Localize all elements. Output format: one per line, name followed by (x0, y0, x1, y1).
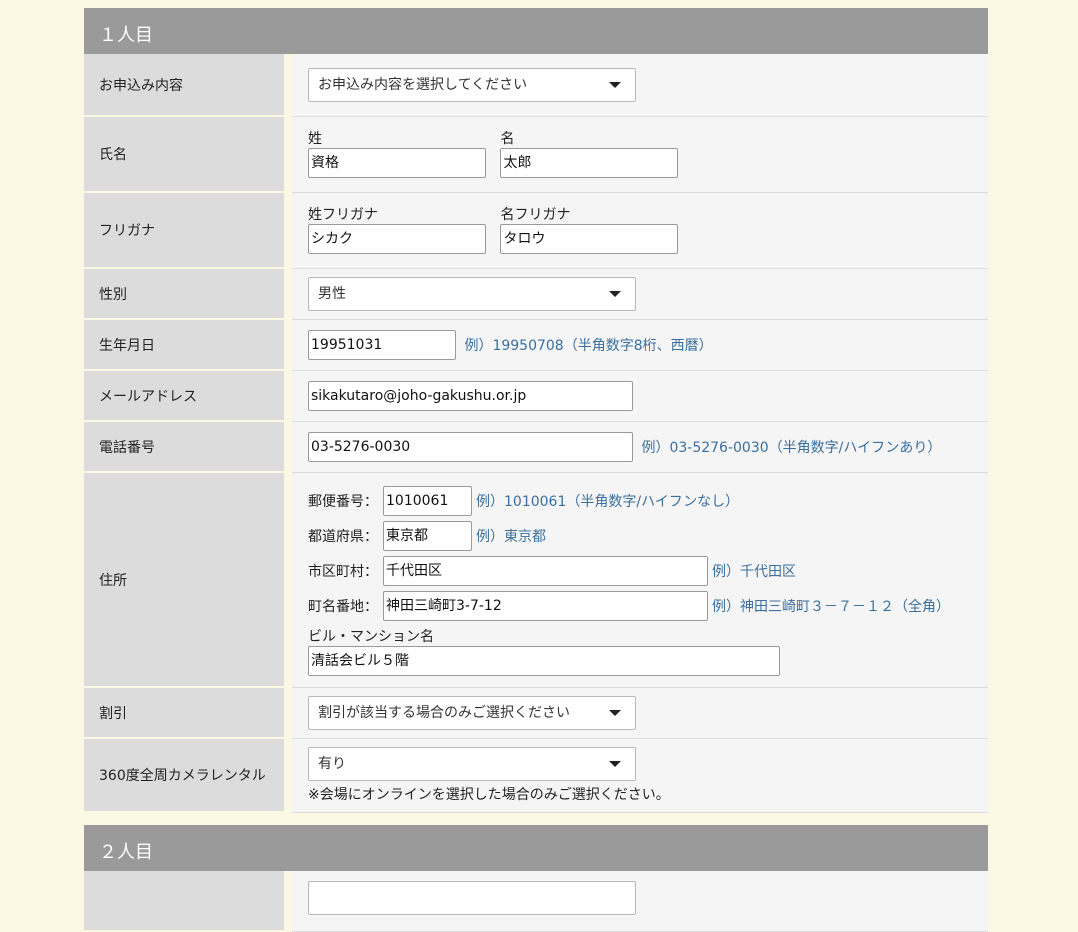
application-select-value: お申込み内容を選択してください (318, 76, 528, 93)
city-input[interactable]: 千代田区 (383, 556, 708, 586)
row-kana: フリガナ 姓フリガナ シカク 名フリガナ タロウ (84, 192, 988, 269)
postal-input[interactable]: 1010061 (383, 486, 472, 516)
row-gender: 性別 男性 (84, 268, 988, 320)
postal-label: 郵便番号： (308, 494, 378, 510)
gender-select-value: 男性 (318, 285, 346, 302)
section-heading-person-2: ２人目 (84, 825, 988, 871)
camera-note: ※会場にオンラインを選択した場合のみご選択ください。 (308, 786, 670, 803)
city-example: 例）千代田区 (712, 564, 796, 580)
birthday-input[interactable]: 19951031 (308, 329, 456, 360)
row-address: 住所 郵便番号： 1010061 例）1010061（半角数字/ハイフンなし） … (84, 472, 988, 688)
row-birthday: 生年月日 19951031 例）19950708（半角数字8桁、西暦） (84, 319, 988, 371)
row-camera: 360度全周カメラレンタル 有り ※会場にオンラインを選択した場合のみご選択くだ… (84, 738, 988, 813)
street-label: 町名番地： (308, 599, 378, 615)
phone-label: 電話番号 (84, 421, 292, 473)
last-kana-label: 姓フリガナ (308, 207, 378, 223)
phone-input[interactable]: 03-5276-0030 (308, 431, 633, 462)
first-kana-input[interactable]: タロウ (500, 224, 679, 254)
city-label: 市区町村： (308, 564, 378, 580)
camera-label: 360度全周カメラレンタル (84, 738, 292, 813)
street-example: 例）神田三崎町３－７－１２（全角） (712, 599, 950, 615)
row-application: お申込み内容 お申込み内容を選択してください (84, 54, 988, 117)
discount-select[interactable]: 割引が該当する場合のみご選択ください (308, 695, 636, 730)
kana-label: フリガナ (84, 192, 292, 269)
form-wrapper: １人目 お申込み内容 お申込み内容を選択してください 氏名 姓 資格 名 太郎 (84, 8, 988, 932)
section-heading-person-1: １人目 (84, 8, 988, 54)
chevron-down-icon (609, 290, 621, 297)
gender-label: 性別 (84, 268, 292, 320)
application-select[interactable]: お申込み内容を選択してください (308, 67, 636, 102)
gender-select[interactable]: 男性 (308, 276, 636, 311)
discount-label: 割引 (84, 687, 292, 739)
address-label: 住所 (84, 472, 292, 688)
camera-select[interactable]: 有り (308, 746, 636, 781)
last-name-input[interactable]: 資格 (308, 148, 486, 178)
phone-example: 例）03-5276-0030（半角数字/ハイフンあり） (641, 439, 942, 456)
building-input[interactable]: 清話会ビル５階 (308, 645, 780, 676)
first-kana-label: 名フリガナ (500, 207, 571, 223)
chevron-down-icon (609, 709, 621, 716)
birthday-label: 生年月日 (84, 319, 292, 371)
camera-select-value: 有り (318, 755, 346, 772)
birthday-example: 例）19950708（半角数字8桁、西暦） (464, 337, 713, 354)
row-phone: 電話番号 03-5276-0030 例）03-5276-0030（半角数字/ハイ… (84, 421, 988, 473)
person-1-form: お申込み内容 お申込み内容を選択してください 氏名 姓 資格 名 太郎 フリガナ… (84, 54, 988, 813)
row-name: 氏名 姓 資格 名 太郎 (84, 116, 988, 193)
email-input[interactable]: sikakutaro@joho-gakushu.or.jp (308, 380, 633, 411)
last-kana-input[interactable]: シカク (308, 224, 486, 254)
application-label-2 (84, 871, 292, 932)
first-name-label: 名 (500, 131, 515, 147)
application-label: お申込み内容 (84, 54, 292, 117)
first-name-input[interactable]: 太郎 (500, 148, 679, 178)
street-input[interactable]: 神田三崎町3-7-12 (383, 591, 708, 621)
row-email: メールアドレス sikakutaro@joho-gakushu.or.jp (84, 370, 988, 422)
chevron-down-icon (609, 81, 621, 88)
name-label: 氏名 (84, 116, 292, 193)
postal-example: 例）1010061（半角数字/ハイフンなし） (476, 494, 740, 510)
row-application-2 (84, 871, 988, 932)
person-2-form (84, 871, 988, 932)
discount-select-value: 割引が該当する場合のみご選択ください (318, 704, 570, 721)
chevron-down-icon (609, 760, 621, 767)
email-label: メールアドレス (84, 370, 292, 422)
building-label: ビル・マンション名 (308, 628, 434, 645)
last-name-label: 姓 (308, 131, 322, 147)
pref-input[interactable]: 東京都 (383, 521, 472, 551)
row-discount: 割引 割引が該当する場合のみご選択ください (84, 687, 988, 739)
pref-example: 例）東京都 (476, 529, 546, 545)
application-select-2[interactable] (308, 881, 636, 915)
pref-label: 都道府県： (308, 529, 378, 545)
